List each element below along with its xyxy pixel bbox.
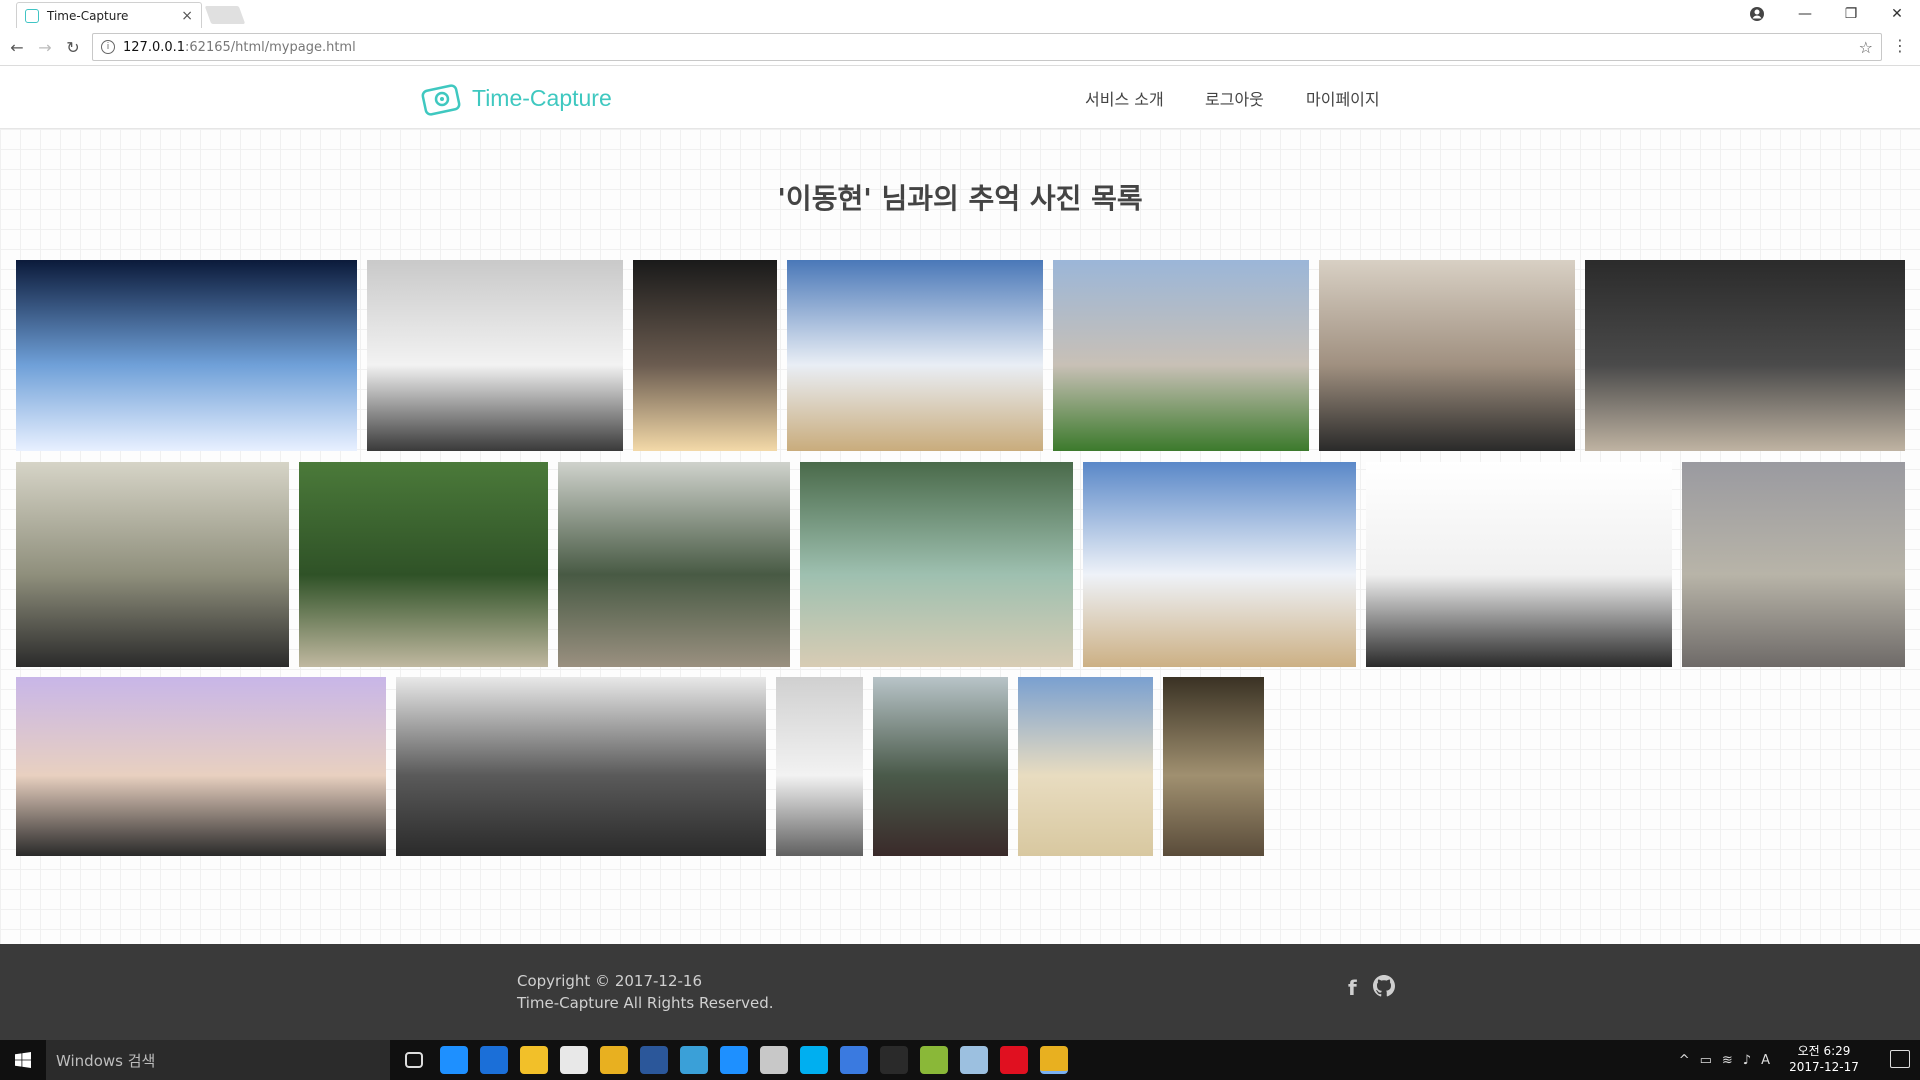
clock-time: 오전 6:29 [1797,1044,1851,1058]
store-icon[interactable] [560,1046,588,1074]
notification-center-icon[interactable] [1890,1050,1910,1068]
photo-office-room[interactable] [776,677,863,856]
footer-rights: Time-Capture All Rights Reserved. [517,994,774,1012]
camera-logo-icon [421,84,461,116]
photo-greenhouse-dome[interactable] [16,462,289,667]
search-placeholder: Windows 검색 [56,1051,156,1070]
main-content: '이동현' 님과의 추억 사진 목록 [0,129,1920,944]
footer-copyright: Copyright © 2017-12-16 [517,972,703,990]
url-host: 127.0.0.1 [123,39,186,55]
skype-icon[interactable] [800,1046,828,1074]
files-icon[interactable] [840,1046,868,1074]
photo-garden-dragonfly[interactable] [558,462,790,667]
browser-tabbar: Time-Capture × — ❐ ✕ [0,0,1920,28]
nav-service-intro[interactable]: 서비스 소개 [1085,86,1164,110]
reload-icon[interactable]: ↻ [62,36,84,58]
paint-icon[interactable] [760,1046,788,1074]
site-footer: Copyright © 2017-12-16 Time-Capture All … [0,944,1920,1040]
logo-text: Time-Capture [472,84,612,111]
chrome-active-icon[interactable] [1040,1046,1068,1074]
app-icon[interactable] [960,1046,988,1074]
github-icon[interactable] [1373,975,1395,1002]
photo-garden-wall[interactable] [299,462,548,667]
ie-icon[interactable] [440,1046,468,1074]
photo-beach-group[interactable] [787,260,1043,451]
forward-icon[interactable]: → [34,36,56,58]
close-button[interactable]: ✕ [1874,0,1920,28]
url-path: :62165/html/mypage.html [185,39,356,55]
task-view-icon[interactable] [405,1052,423,1068]
wifi-icon[interactable]: ≋ [1722,1053,1733,1068]
photo-audience-hall[interactable] [1163,677,1264,856]
photo-beach-sand[interactable] [1018,677,1153,856]
nav-logout[interactable]: 로그아웃 [1205,86,1264,110]
address-bar[interactable]: i 127.0.0.1:62165/html/mypage.html ☆ [92,33,1882,61]
photo-sparkler-night[interactable] [633,260,777,451]
photo-park-jump[interactable] [1053,260,1309,451]
photo-classroom-group[interactable] [367,260,623,451]
info-icon[interactable]: i [101,40,115,54]
vscode-icon[interactable] [720,1046,748,1074]
browser-toolbar: ← → ↻ i 127.0.0.1:62165/html/mypage.html… [0,28,1920,66]
photo-cafe-drinks[interactable] [1585,260,1905,451]
battery-icon[interactable]: ▭ [1700,1053,1712,1068]
windows-start-icon[interactable] [0,1040,46,1080]
chrome-icon[interactable] [600,1046,628,1074]
tab-title: Time-Capture [47,8,129,23]
tab-close-icon[interactable]: × [181,8,193,24]
file-explorer-icon[interactable] [520,1046,548,1074]
facebook-icon[interactable]: f [1348,976,1357,1000]
photo-waterfall-garden[interactable] [800,462,1073,667]
tray-chevron-icon[interactable]: ^ [1679,1053,1690,1068]
maximize-button[interactable]: ❐ [1828,0,1874,28]
site-header: Time-Capture 서비스 소개 로그아웃 마이페이지 [0,66,1920,129]
photo-selfie-faded[interactable] [1682,462,1905,667]
back-icon[interactable]: ← [6,36,28,58]
taskbar-clock[interactable]: 오전 6:29 2017-12-17 [1784,1043,1864,1075]
taskbar-search-box[interactable]: Windows 검색 [46,1040,390,1080]
notepad-icon[interactable] [680,1046,708,1074]
browser-tab[interactable]: Time-Capture × [16,2,202,28]
nox-icon[interactable] [880,1046,908,1074]
nav-mypage[interactable]: 마이페이지 [1306,86,1380,110]
photo-castle-night-lights[interactable] [16,260,357,451]
minimize-button[interactable]: — [1782,0,1828,28]
windows-taskbar: Windows 검색 ^ ▭ ≋ ♪ A 오전 6:29 2017-12-17 [0,1040,1920,1080]
footer-text: Copyright © 2017-12-16 Time-Capture All … [517,970,774,1014]
volume-icon[interactable]: ♪ [1743,1053,1751,1068]
profile-icon[interactable] [1734,0,1780,28]
opera-icon[interactable] [1000,1046,1028,1074]
bookmark-star-icon[interactable]: ☆ [1859,38,1873,57]
word-icon[interactable] [640,1046,668,1074]
new-tab-button[interactable] [204,6,246,24]
clock-date: 2017-12-17 [1789,1060,1859,1074]
photo-selfie-close[interactable] [16,677,386,856]
photo-uniform-group[interactable] [1366,462,1672,667]
photo-mountain-path[interactable] [873,677,1008,856]
photo-conference-hall[interactable] [396,677,766,856]
browser-menu-icon[interactable]: ⋮ [1892,36,1908,55]
photo-beach-group-2[interactable] [1083,462,1356,667]
photo-mall-group[interactable] [1319,260,1575,451]
system-tray: ^ ▭ ≋ ♪ A [1679,1040,1770,1080]
android-icon[interactable] [920,1046,948,1074]
ime-indicator[interactable]: A [1761,1053,1770,1068]
favicon-icon [25,8,39,23]
edge-icon[interactable] [480,1046,508,1074]
page-title: '이동현' 님과의 추억 사진 목록 [777,182,1143,215]
site-logo[interactable]: Time-Capture [420,78,612,118]
url-text: 127.0.0.1:62165/html/mypage.html [123,40,356,55]
